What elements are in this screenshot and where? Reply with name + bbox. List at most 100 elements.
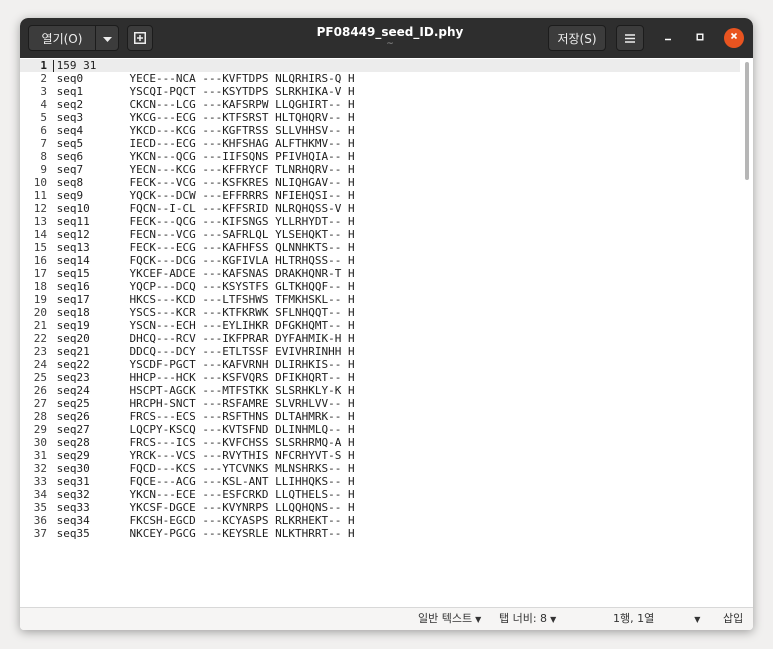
line-text[interactable]: seq17 HKCS---KCD ---LTFSHWS TFMKHSKL-- H (57, 293, 355, 306)
editor-line[interactable]: 33 seq31 FQCE---ACG ---KSL-ANT LLIHHQKS-… (20, 475, 740, 488)
editor-line[interactable]: 24 seq22 YSCDF-PGCT ---KAFVRNH DLIRHKIS-… (20, 358, 740, 371)
vertical-scrollbar[interactable] (743, 58, 751, 607)
insert-mode-indicator[interactable]: 삽입 (723, 612, 743, 626)
line-text[interactable]: seq32 YKCN---ECE ---ESFCRKD LLQTHELS-- H (57, 488, 355, 501)
editor-line[interactable]: 34 seq32 YKCN---ECE ---ESFCRKD LLQTHELS-… (20, 488, 740, 501)
editor-line[interactable]: 19 seq17 HKCS---KCD ---LTFSHWS TFMKHSKL-… (20, 293, 740, 306)
editor-line[interactable]: 10 seq8 FECK---VCG ---KSFKRES NLIQHGAV--… (20, 176, 740, 189)
line-text[interactable]: seq23 HHCP---HCK ---KSFVQRS DFIKHQRT-- H (57, 371, 355, 384)
window-title: PF08449_seed_ID.phy (316, 25, 464, 39)
line-text[interactable]: seq7 YECN---KCG ---KFFRYCF TLNRHQRV-- H (57, 163, 355, 176)
line-text[interactable]: seq15 YKCEF-ADCE ---KAFSNAS DRAKHQNR-T H (57, 267, 355, 280)
editor-line[interactable]: 16 seq14 FQCK---DCG ---KGFIVLA HLTRHQSS-… (20, 254, 740, 267)
line-text[interactable]: seq12 FECN---VCG ---SAFRLQL YLSEHQKT-- H (57, 228, 355, 241)
line-text[interactable]: seq31 FQCE---ACG ---KSL-ANT LLIHHQKS-- H (57, 475, 355, 488)
editor-line[interactable]: 30 seq28 FRCS---ICS ---KVFCHSS SLSRHRMQ-… (20, 436, 740, 449)
minimize-button[interactable] (658, 28, 678, 48)
line-number: 25 (33, 371, 47, 384)
editor-line[interactable]: 17 seq15 YKCEF-ADCE ---KAFSNAS DRAKHQNR-… (20, 267, 740, 280)
cursor-position-selector[interactable]: 1행, 1열 ▼ (613, 612, 700, 627)
editor-line[interactable]: 11 seq9 YQCK---DCW ---EFFRRRS NFIEHQSI--… (20, 189, 740, 202)
line-text[interactable]: seq11 FECK---QCG ---KIFSNGS YLLRHYDT-- H (57, 215, 355, 228)
editor-line[interactable]: 28 seq26 FRCS---ECS ---RSFTHNS DLTAHMRK-… (20, 410, 740, 423)
line-number: 13 (33, 215, 47, 228)
close-button[interactable] (724, 28, 744, 48)
line-text[interactable]: seq13 FECK---ECG ---KAFHFSS QLNNHKTS-- H (57, 241, 355, 254)
text-editor-area[interactable]: 1 159 31 2 seq0 YECE---NCA ---KVFTDPS NLQ… (20, 58, 753, 607)
editor-line[interactable]: 9 seq7 YECN---KCG ---KFFRYCF TLNRHQRV-- … (20, 163, 740, 176)
line-number: 23 (33, 345, 47, 358)
line-text[interactable]: seq14 FQCK---DCG ---KGFIVLA HLTRHQSS-- H (57, 254, 355, 267)
editor-line[interactable]: 32 seq30 FQCD---KCS ---YTCVNKS MLNSHRKS-… (20, 462, 740, 475)
maximize-button[interactable] (690, 28, 710, 48)
editor-line[interactable]: 35 seq33 YKCSF-DGCE ---KVYNRPS LLQQHQNS-… (20, 501, 740, 514)
save-button[interactable]: 저장(S) (548, 25, 606, 51)
line-number: 19 (33, 293, 47, 306)
line-text[interactable]: seq30 FQCD---KCS ---YTCVNKS MLNSHRKS-- H (57, 462, 355, 475)
line-text[interactable]: seq21 DDCQ---DCY ---ETLTSSF EVIVHRINHH H (57, 345, 355, 358)
line-text[interactable]: seq2 CKCN---LCG ---KAFSRPW LLQGHIRT-- H (57, 98, 355, 111)
open-menu-button[interactable] (95, 25, 119, 51)
editor-line[interactable]: 18 seq16 YQCP---DCQ ---KSYSTFS GLTKHQQF-… (20, 280, 740, 293)
line-number: 30 (33, 436, 47, 449)
line-text[interactable]: seq22 YSCDF-PGCT ---KAFVRNH DLIRHKIS-- H (57, 358, 355, 371)
editor-line[interactable]: 31 seq29 YRCK---VCS ---RVYTHIS NFCRHYVT-… (20, 449, 740, 462)
editor-line[interactable]: 26 seq24 HSCPT-AGCK ---MTFSTKK SLSRHKLY-… (20, 384, 740, 397)
editor-line[interactable]: 3 seq1 YSCQI-PQCT ---KSYTDPS SLRKHIKA-V … (20, 85, 740, 98)
text-editor-window: 열기(O) PF08449_seed_ID.phy ~ 저장(S) 1 159 … (20, 18, 753, 630)
editor-line[interactable]: 13 seq11 FECK---QCG ---KIFSNGS YLLRHYDT-… (20, 215, 740, 228)
open-button[interactable]: 열기(O) (28, 25, 96, 51)
scrollbar-thumb[interactable] (745, 62, 749, 180)
editor-line[interactable]: 12 seq10 FQCN--I-CL ---KFFSRID NLRQHQSS-… (20, 202, 740, 215)
editor-line[interactable]: 37 seq35 NKCEY-PGCG ---KEYSRLE NLKTHRRT-… (20, 527, 740, 540)
editor-line[interactable]: 20 seq18 YSCS---KCR ---KTFKRWK SFLNHQQT-… (20, 306, 740, 319)
line-text[interactable]: 159 31 (57, 59, 97, 72)
new-tab-button[interactable] (127, 25, 153, 51)
line-text[interactable]: seq34 FKCSH-EGCD ---KCYASPS RLKRHEKT-- H (57, 514, 355, 527)
line-text[interactable]: seq19 YSCN---ECH ---EYLIHKR DFGKHQMT-- H (57, 319, 355, 332)
editor-line[interactable]: 25 seq23 HHCP---HCK ---KSFVQRS DFIKHQRT-… (20, 371, 740, 384)
editor-line[interactable]: 29 seq27 LQCPY-KSCQ ---KVTSFND DLINHMLQ-… (20, 423, 740, 436)
line-number: 3 (40, 85, 47, 98)
chevron-down-icon: ▼ (475, 615, 482, 624)
editor-line[interactable]: 1 159 31 (20, 59, 740, 72)
line-text[interactable]: seq8 FECK---VCG ---KSFKRES NLIQHGAV-- H (57, 176, 355, 189)
editor-line[interactable]: 36 seq34 FKCSH-EGCD ---KCYASPS RLKRHEKT-… (20, 514, 740, 527)
line-number: 34 (33, 488, 47, 501)
line-text[interactable]: seq35 NKCEY-PGCG ---KEYSRLE NLKTHRRT-- H (57, 527, 355, 540)
line-text[interactable]: seq9 YQCK---DCW ---EFFRRRS NFIEHQSI-- H (57, 189, 355, 202)
line-text[interactable]: seq5 IECD---ECG ---KHFSHAG ALFTHKMV-- H (57, 137, 355, 150)
line-text[interactable]: seq16 YQCP---DCQ ---KSYSTFS GLTKHQQF-- H (57, 280, 355, 293)
line-text[interactable]: seq28 FRCS---ICS ---KVFCHSS SLSRHRMQ-A H (57, 436, 355, 449)
editor-line[interactable]: 6 seq4 YKCD---KCG ---KGFTRSS SLLVHHSV-- … (20, 124, 740, 137)
line-text[interactable]: seq10 FQCN--I-CL ---KFFSRID NLRQHQSS-V H (57, 202, 355, 215)
line-text[interactable]: seq3 YKCG---ECG ---KTFSRST HLTQHQRV-- H (57, 111, 355, 124)
editor-line[interactable]: 2 seq0 YECE---NCA ---KVFTDPS NLQRHIRS-Q … (20, 72, 740, 85)
editor-line[interactable]: 27 seq25 HRCPH-SNCT ---RSFAMRE SLVRHLVV-… (20, 397, 740, 410)
line-text[interactable]: seq0 YECE---NCA ---KVFTDPS NLQRHIRS-Q H (57, 72, 355, 85)
line-text[interactable]: seq33 YKCSF-DGCE ---KVYNRPS LLQQHQNS-- H (57, 501, 355, 514)
line-text[interactable]: seq20 DHCQ---RCV ---IKFPRAR DYFAHMIK-H H (57, 332, 355, 345)
editor-line[interactable]: 22 seq20 DHCQ---RCV ---IKFPRAR DYFAHMIK-… (20, 332, 740, 345)
editor-line[interactable]: 14 seq12 FECN---VCG ---SAFRLQL YLSEHQKT-… (20, 228, 740, 241)
editor-line[interactable]: 23 seq21 DDCQ---DCY ---ETLTSSF EVIVHRINH… (20, 345, 740, 358)
editor-line[interactable]: 21 seq19 YSCN---ECH ---EYLIHKR DFGKHQMT-… (20, 319, 740, 332)
line-text[interactable]: seq6 YKCN---QCG ---IIFSQNS PFIVHQIA-- H (57, 150, 355, 163)
line-text[interactable]: seq1 YSCQI-PQCT ---KSYTDPS SLRKHIKA-V H (57, 85, 355, 98)
line-number: 15 (33, 241, 47, 254)
line-text[interactable]: seq27 LQCPY-KSCQ ---KVTSFND DLINHMLQ-- H (57, 423, 355, 436)
line-text[interactable]: seq25 HRCPH-SNCT ---RSFAMRE SLVRHLVV-- H (57, 397, 355, 410)
editor-line[interactable]: 15 seq13 FECK---ECG ---KAFHFSS QLNNHKTS-… (20, 241, 740, 254)
line-text[interactable]: seq26 FRCS---ECS ---RSFTHNS DLTAHMRK-- H (57, 410, 355, 423)
main-menu-button[interactable] (616, 25, 644, 51)
line-text[interactable]: seq24 HSCPT-AGCK ---MTFSTKK SLSRHKLY-K H (57, 384, 355, 397)
editor-line[interactable]: 8 seq6 YKCN---QCG ---IIFSQNS PFIVHQIA-- … (20, 150, 740, 163)
line-text[interactable]: seq29 YRCK---VCS ---RVYTHIS NFCRHYVT-S H (57, 449, 355, 462)
line-text[interactable]: seq4 YKCD---KCG ---KGFTRSS SLLVHHSV-- H (57, 124, 355, 137)
line-text[interactable]: seq18 YSCS---KCR ---KTFKRWK SFLNHQQT-- H (57, 306, 355, 319)
language-selector[interactable]: 일반 텍스트 ▼ (418, 612, 481, 627)
editor-line[interactable]: 7 seq5 IECD---ECG ---KHFSHAG ALFTHKMV-- … (20, 137, 740, 150)
editor-line[interactable]: 4 seq2 CKCN---LCG ---KAFSRPW LLQGHIRT-- … (20, 98, 740, 111)
tab-width-selector[interactable]: 탭 너비: 8 ▼ (499, 612, 556, 627)
editor-line[interactable]: 5 seq3 YKCG---ECG ---KTFSRST HLTQHQRV-- … (20, 111, 740, 124)
